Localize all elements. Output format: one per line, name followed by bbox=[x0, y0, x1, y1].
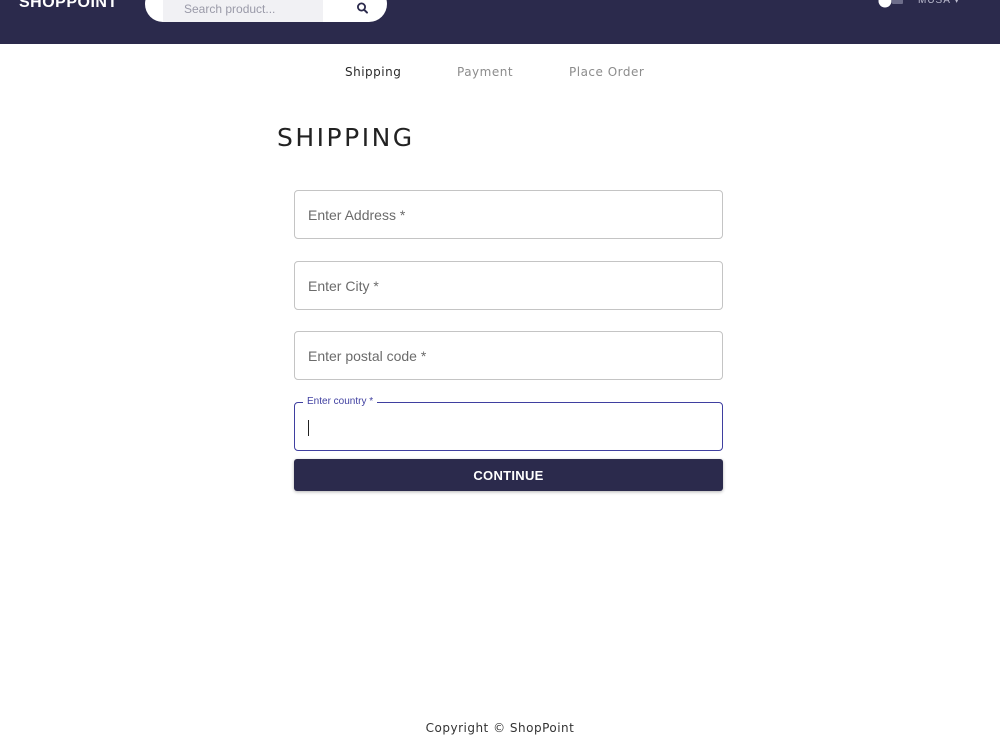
footer-copyright: Copyright © ShopPoint bbox=[425, 721, 575, 735]
cart-icon bbox=[878, 0, 903, 8]
continue-button[interactable]: CONTINUE bbox=[294, 459, 723, 491]
search-input[interactable] bbox=[163, 0, 323, 22]
country-field: Enter country * bbox=[294, 396, 723, 451]
step-shipping[interactable]: Shipping bbox=[345, 63, 401, 81]
address-input[interactable] bbox=[295, 191, 722, 238]
postal-code-field bbox=[294, 331, 723, 380]
cart-button[interactable] bbox=[878, 0, 906, 8]
page-title: SHIPPING bbox=[277, 123, 415, 152]
postal-code-input[interactable] bbox=[295, 332, 722, 379]
address-field bbox=[294, 190, 723, 239]
city-field bbox=[294, 261, 723, 310]
top-navbar: SHOPPOINT MUSA ▾ bbox=[0, 0, 1000, 44]
text-cursor bbox=[308, 420, 309, 436]
country-input[interactable] bbox=[295, 403, 722, 450]
search-icon bbox=[357, 2, 368, 14]
search-button[interactable] bbox=[351, 0, 375, 21]
user-menu[interactable]: MUSA ▾ bbox=[918, 0, 960, 8]
checkout-steps: Shipping Payment Place Order bbox=[0, 63, 1000, 83]
brand-logo[interactable]: SHOPPOINT bbox=[19, 0, 118, 13]
search-bar bbox=[145, 0, 387, 22]
step-place-order: Place Order bbox=[569, 65, 645, 79]
city-input[interactable] bbox=[295, 262, 722, 309]
step-payment: Payment bbox=[457, 65, 514, 79]
